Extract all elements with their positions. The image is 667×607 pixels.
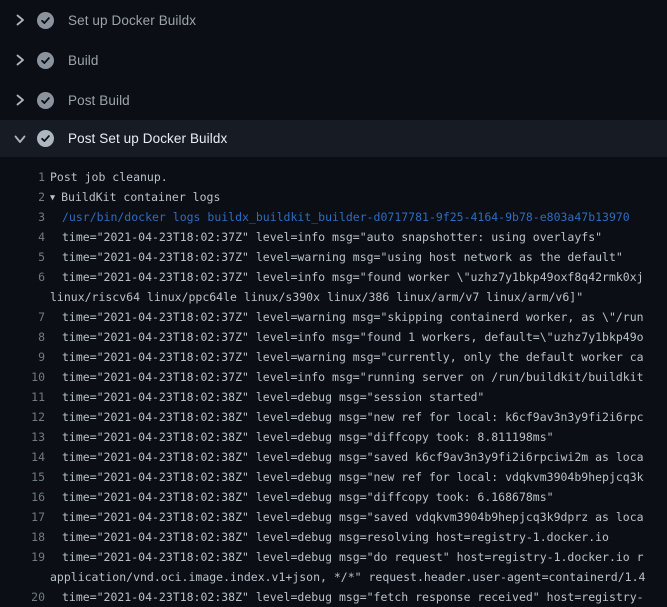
check-circle-icon — [37, 92, 54, 109]
log-line: 20 time="2021-04-23T18:02:38Z" level=debu… — [0, 587, 667, 607]
section-title: Build — [68, 53, 99, 68]
section-set-up-docker-buildx[interactable]: Set up Docker Buildx — [0, 0, 667, 40]
line-number[interactable]: 19 — [0, 547, 45, 567]
line-number[interactable] — [0, 567, 45, 587]
log-text: time="2021-04-23T18:02:38Z" level=debug … — [62, 587, 644, 607]
chevron-down-icon — [12, 131, 28, 147]
log-text: time="2021-04-23T18:02:37Z" level=warnin… — [62, 307, 644, 327]
log-text: ▼BuildKit container logs — [50, 187, 220, 207]
log-text: application/vnd.oci.image.index.v1+json,… — [50, 567, 645, 587]
log-line: 3/usr/bin/docker logs buildx_buildkit_bu… — [0, 207, 667, 227]
section-build[interactable]: Build — [0, 40, 667, 80]
check-circle-icon — [37, 12, 54, 29]
log-line: 9 time="2021-04-23T18:02:37Z" level=warni… — [0, 347, 667, 367]
log-line: 16 time="2021-04-23T18:02:38Z" level=debu… — [0, 487, 667, 507]
section-title: Post Build — [68, 93, 130, 108]
log-text: time="2021-04-23T18:02:38Z" level=debug … — [62, 467, 644, 487]
section-post-build[interactable]: Post Build — [0, 80, 667, 120]
log-text: time="2021-04-23T18:02:38Z" level=debug … — [62, 487, 554, 507]
log-text: time="2021-04-23T18:02:38Z" level=debug … — [62, 507, 644, 527]
log-line: 12 time="2021-04-23T18:02:38Z" level=debu… — [0, 407, 667, 427]
log-text: time="2021-04-23T18:02:37Z" level=warnin… — [62, 247, 623, 267]
line-number[interactable]: 16 — [0, 487, 45, 507]
line-number[interactable]: 2 — [0, 187, 45, 207]
chevron-right-icon — [12, 92, 28, 108]
log-line: 14 time="2021-04-23T18:02:38Z" level=debu… — [0, 447, 667, 467]
log-line: 13 time="2021-04-23T18:02:38Z" level=debu… — [0, 427, 667, 447]
log-line: application/vnd.oci.image.index.v1+json,… — [0, 567, 667, 587]
line-number[interactable]: 15 — [0, 467, 45, 487]
section-title: Post Set up Docker Buildx — [68, 131, 227, 146]
log-text: time="2021-04-23T18:02:37Z" level=info m… — [62, 367, 644, 387]
log-line: 17 time="2021-04-23T18:02:38Z" level=debu… — [0, 507, 667, 527]
log-line: 19 time="2021-04-23T18:02:38Z" level=debu… — [0, 547, 667, 567]
check-circle-icon — [37, 52, 54, 69]
line-number[interactable]: 12 — [0, 407, 45, 427]
log-line: 18 time="2021-04-23T18:02:38Z" level=debu… — [0, 527, 667, 547]
log-viewer: Set up Docker Buildx Build Post Build Po… — [0, 0, 667, 607]
log-text: time="2021-04-23T18:02:38Z" level=debug … — [62, 547, 644, 567]
log-line: 11 time="2021-04-23T18:02:38Z" level=debu… — [0, 387, 667, 407]
line-number[interactable]: 18 — [0, 527, 45, 547]
line-number[interactable] — [0, 287, 45, 307]
log-line: 10 time="2021-04-23T18:02:37Z" level=info… — [0, 367, 667, 387]
log-text: linux/riscv64 linux/ppc64le linux/s390x … — [50, 287, 583, 307]
chevron-right-icon — [12, 12, 28, 28]
log-line: 5 time="2021-04-23T18:02:37Z" level=warni… — [0, 247, 667, 267]
log-text: time="2021-04-23T18:02:38Z" level=debug … — [62, 387, 484, 407]
log-line: 15 time="2021-04-23T18:02:38Z" level=debu… — [0, 467, 667, 487]
line-number[interactable]: 3 — [0, 207, 45, 227]
log-line: 6 time="2021-04-23T18:02:37Z" level=info … — [0, 267, 667, 287]
line-number[interactable]: 1 — [0, 167, 45, 187]
log-text: time="2021-04-23T18:02:38Z" level=debug … — [62, 427, 554, 447]
line-number[interactable]: 6 — [0, 267, 45, 287]
line-number[interactable]: 13 — [0, 427, 45, 447]
section-title: Set up Docker Buildx — [68, 13, 196, 28]
log-line: linux/riscv64 linux/ppc64le linux/s390x … — [0, 287, 667, 307]
line-number[interactable]: 7 — [0, 307, 45, 327]
log-line: 1Post job cleanup. — [0, 167, 667, 187]
log-command-text: /usr/bin/docker logs buildx_buildkit_bui… — [62, 207, 630, 227]
group-collapse-triangle-icon[interactable]: ▼ — [50, 188, 55, 207]
line-number[interactable]: 9 — [0, 347, 45, 367]
log-text: time="2021-04-23T18:02:37Z" level=info m… — [62, 267, 644, 287]
line-number[interactable]: 10 — [0, 367, 45, 387]
line-number[interactable]: 11 — [0, 387, 45, 407]
log-line: 4 time="2021-04-23T18:02:37Z" level=info … — [0, 227, 667, 247]
section-post-set-up-docker-buildx[interactable]: Post Set up Docker Buildx — [0, 120, 667, 157]
line-number[interactable]: 17 — [0, 507, 45, 527]
line-number[interactable]: 14 — [0, 447, 45, 467]
log-text: time="2021-04-23T18:02:38Z" level=debug … — [62, 527, 609, 547]
line-number[interactable]: 8 — [0, 327, 45, 347]
line-number[interactable]: 5 — [0, 247, 45, 267]
line-number[interactable]: 20 — [0, 587, 45, 607]
log-line: 8 time="2021-04-23T18:02:37Z" level=info … — [0, 327, 667, 347]
log-text: time="2021-04-23T18:02:38Z" level=debug … — [62, 447, 644, 467]
log-text: time="2021-04-23T18:02:37Z" level=warnin… — [62, 347, 644, 367]
chevron-right-icon — [12, 52, 28, 68]
log-line: 2▼BuildKit container logs — [0, 187, 667, 207]
log-text: time="2021-04-23T18:02:38Z" level=debug … — [62, 407, 644, 427]
log-text: time="2021-04-23T18:02:37Z" level=info m… — [62, 227, 602, 247]
log-text: Post job cleanup. — [50, 167, 168, 187]
log-lines: 1Post job cleanup.2▼BuildKit container l… — [0, 157, 667, 607]
line-number[interactable]: 4 — [0, 227, 45, 247]
log-line: 7 time="2021-04-23T18:02:37Z" level=warni… — [0, 307, 667, 327]
log-text: time="2021-04-23T18:02:37Z" level=info m… — [62, 327, 644, 347]
check-circle-icon — [37, 130, 54, 147]
